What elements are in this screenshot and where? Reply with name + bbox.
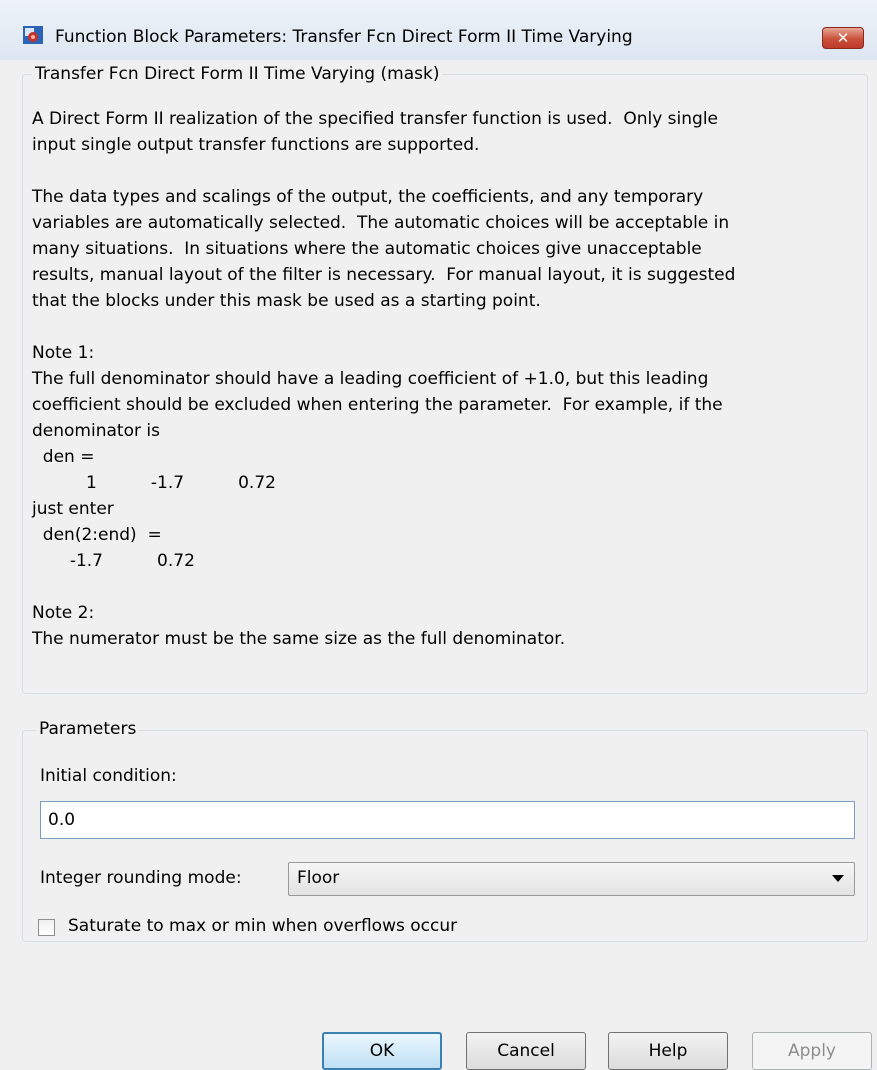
initial-condition-input[interactable]: 0.0 bbox=[40, 801, 855, 839]
mask-description: A Direct Form II realization of the spec… bbox=[32, 109, 736, 649]
title-bar[interactable]: Function Block Parameters: Transfer Fcn … bbox=[0, 0, 877, 60]
window-title: Function Block Parameters: Transfer Fcn … bbox=[55, 27, 633, 47]
rounding-mode-value: Floor bbox=[297, 868, 340, 888]
mask-group-legend: Transfer Fcn Direct Form II Time Varying… bbox=[32, 64, 443, 84]
close-button[interactable]: ✕ bbox=[822, 27, 864, 49]
rounding-mode-select[interactable]: Floor bbox=[288, 862, 855, 896]
rounding-mode-label: Integer rounding mode: bbox=[40, 868, 242, 888]
cancel-button[interactable]: Cancel bbox=[466, 1032, 586, 1070]
initial-condition-label: Initial condition: bbox=[40, 766, 177, 786]
chevron-down-icon[interactable] bbox=[832, 875, 844, 882]
ok-button[interactable]: OK bbox=[322, 1032, 442, 1070]
parameters-legend: Parameters bbox=[36, 719, 140, 739]
dialog-window: Function Block Parameters: Transfer Fcn … bbox=[0, 0, 877, 1070]
apply-button[interactable]: Apply bbox=[752, 1032, 872, 1070]
saturate-label[interactable]: Saturate to max or min when overflows oc… bbox=[68, 916, 457, 936]
simulink-icon bbox=[23, 26, 43, 44]
saturate-checkbox[interactable] bbox=[38, 919, 55, 936]
dialog-body: Transfer Fcn Direct Form II Time Varying… bbox=[8, 60, 874, 1070]
help-button[interactable]: Help bbox=[608, 1032, 728, 1070]
